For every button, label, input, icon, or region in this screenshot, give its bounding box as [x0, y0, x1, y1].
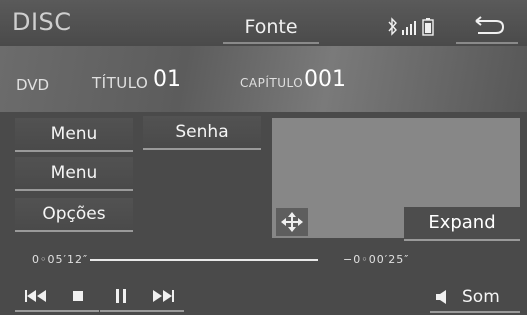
sound-button[interactable]: Som — [430, 283, 520, 313]
title-number: 01 — [153, 67, 181, 92]
skip-forward-icon — [153, 290, 174, 302]
media-type-label: DVD — [16, 76, 50, 94]
back-arrow-icon — [475, 16, 505, 34]
skip-back-icon — [25, 290, 46, 302]
status-icons-svg — [388, 17, 434, 36]
speaker-icon — [436, 290, 446, 304]
bluetooth-icon — [388, 17, 397, 36]
source-button[interactable]: Fonte — [223, 12, 319, 44]
move-screen-button[interactable] — [276, 208, 308, 236]
menu-button[interactable]: Menu — [15, 157, 133, 191]
battery-icon — [422, 18, 434, 36]
back-button[interactable] — [456, 12, 518, 44]
remaining-time: −0◦00′25″ — [343, 253, 410, 266]
top-menu-button[interactable]: Menu superior — [15, 118, 133, 176]
chapter-number: 001 — [304, 67, 346, 92]
previous-button[interactable] — [15, 282, 57, 312]
sound-label: Som — [462, 287, 500, 307]
pause-button[interactable] — [100, 282, 142, 312]
expand-button[interactable]: Expand — [404, 207, 520, 241]
title-label: TÍTULO — [92, 74, 149, 92]
signal-icon — [402, 21, 416, 35]
chapter-label: CAPÍTULO — [240, 76, 304, 90]
source-title: DISC — [12, 8, 72, 36]
next-button[interactable] — [142, 282, 184, 312]
options-button[interactable]: Opções — [15, 198, 133, 232]
pause-icon — [116, 289, 126, 303]
stop-button[interactable] — [57, 282, 99, 312]
status-icons — [387, 16, 447, 38]
elapsed-time: 0◦05′12″ — [32, 253, 89, 266]
move-arrows-icon — [281, 212, 303, 232]
password-button[interactable]: Senha — [143, 116, 261, 150]
progress-bar[interactable] — [90, 259, 318, 261]
stop-icon — [73, 291, 83, 301]
